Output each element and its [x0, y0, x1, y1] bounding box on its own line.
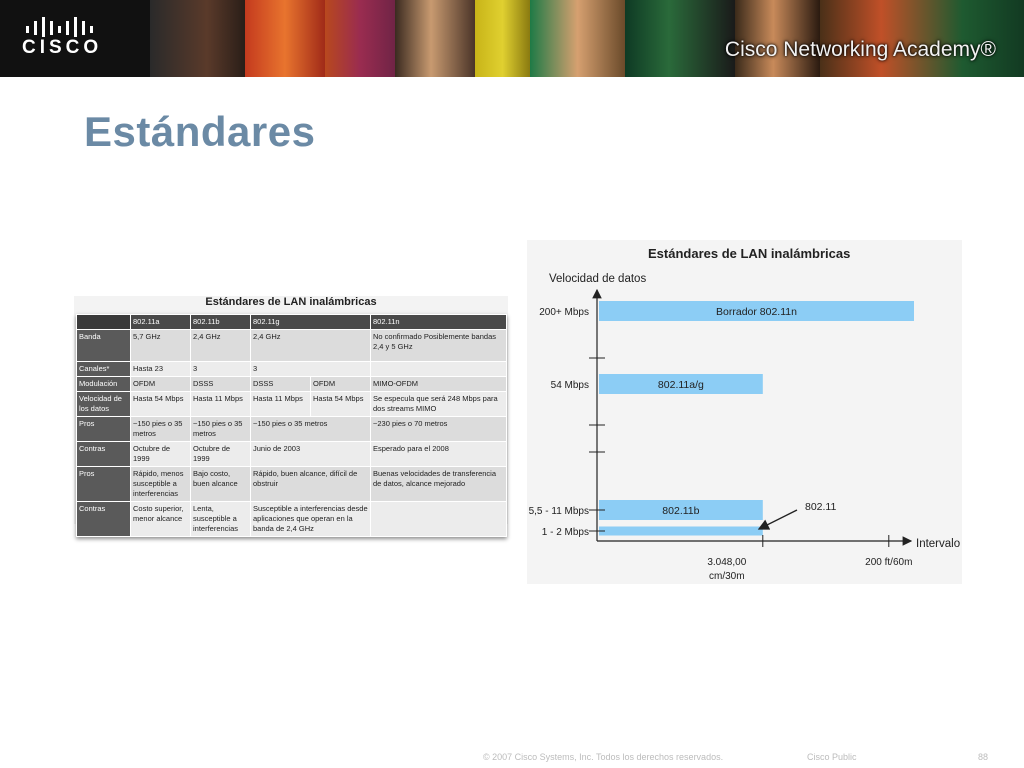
table-cell: Hasta 54 Mbps — [310, 391, 371, 417]
y-tick-label: 200+ Mbps — [539, 307, 589, 318]
table-cell: DSSS — [250, 376, 311, 392]
chart-title: Estándares de LAN inalámbricas — [648, 246, 850, 261]
y-tick-label: 54 Mbps — [551, 380, 589, 391]
standards-table-figure: Estándares de LAN inalámbricas 802.11a 8… — [74, 296, 508, 537]
table-row: Contras Octubre de 1999 Octubre de 1999 … — [76, 441, 507, 467]
table-title: Estándares de LAN inalámbricas — [205, 296, 377, 308]
cisco-bars-icon — [26, 17, 93, 37]
bar — [599, 526, 763, 536]
y-tick-label: 5,5 - 11 Mbps — [529, 506, 589, 517]
cisco-wordmark: CISCO — [22, 37, 103, 58]
banner-photo — [325, 0, 395, 77]
table-cell: OFDM — [310, 376, 371, 392]
table-cell: ~150 pies o 35 metros — [190, 416, 251, 442]
table-cell: Hasta 23 — [130, 361, 191, 377]
row-header: Canales* — [76, 361, 131, 377]
row-header: Modulación — [76, 376, 131, 392]
table-cell: ~150 pies o 35 metros — [130, 416, 191, 442]
row-header: Banda — [76, 329, 131, 362]
table-cell: 3 — [250, 361, 371, 377]
table-header-cell: 802.11g — [250, 314, 371, 330]
row-header: Contras — [76, 501, 131, 537]
table-cell: Rápido, menos susceptible a interferenci… — [130, 466, 191, 502]
table-cell: Junio de 2003 — [250, 441, 371, 467]
banner-photo — [395, 0, 475, 77]
table-row: Banda 5,7 GHz 2,4 GHz 2,4 GHz No confirm… — [76, 329, 507, 362]
table-cell: Hasta 54 Mbps — [130, 391, 191, 417]
table-cell: Bajo costo, buen alcance — [190, 466, 251, 502]
footer-classification: Cisco Public — [807, 752, 857, 762]
table-cell: ~150 pies o 35 metros — [250, 416, 371, 442]
table-cell: Octubre de 1999 — [190, 441, 251, 467]
banner-photo — [245, 0, 325, 77]
table-cell — [370, 361, 507, 377]
table-header-cell: 802.11a — [130, 314, 191, 330]
x-tick-label: 200 ft/60m — [865, 557, 912, 568]
table-cell: 2,4 GHz — [250, 329, 371, 362]
table-cell: 2,4 GHz — [190, 329, 251, 362]
table-cell: Hasta 11 Mbps — [250, 391, 311, 417]
cisco-logo: CISCO — [0, 0, 150, 77]
banner-photo — [625, 0, 735, 77]
x-tick-label: 3.048,00 cm/30m — [707, 557, 746, 582]
bar-label: 802.11a/g — [658, 379, 704, 391]
table-cell: 5,7 GHz — [130, 329, 191, 362]
table-cell: ~230 pies o 70 metros — [370, 416, 507, 442]
table-cell: Octubre de 1999 — [130, 441, 191, 467]
chart-y-axis-label: Velocidad de datos — [549, 273, 646, 285]
row-header: Velocidad de los datos — [76, 391, 131, 417]
y-tick-label: 1 - 2 Mbps — [542, 527, 589, 538]
chart-bars: Borrador 802.11n 802.11a/g 802.11b 802.11 — [599, 301, 914, 536]
banner-photo — [530, 0, 625, 77]
footer-page-number: 88 — [978, 752, 989, 762]
table-cell: Esperado para el 2008 — [370, 441, 507, 467]
row-header: Contras — [76, 441, 131, 467]
table-cell: Susceptible a interferencias desde aplic… — [250, 501, 371, 537]
table-cell: DSSS — [190, 376, 251, 392]
table-header-cell: 802.11n — [370, 314, 507, 330]
table-row: Modulación OFDM DSSS DSSS OFDM MIMO-OFDM — [76, 376, 507, 392]
table-cell: OFDM — [130, 376, 191, 392]
table-cell: No confirmado Posiblemente bandas 2,4 y … — [370, 329, 507, 362]
table-cell: Lenta, susceptible a interferencias — [190, 501, 251, 537]
table-cell: Se especula que será 248 Mbps para dos s… — [370, 391, 507, 417]
row-header: Pros — [76, 466, 131, 502]
bar-label: Borrador 802.11n — [716, 306, 797, 318]
table-row: Contras Costo superior, menor alcance Le… — [76, 501, 507, 537]
table-row: Pros Rápido, menos susceptible a interfe… — [76, 466, 507, 502]
table-cell: 3 — [190, 361, 251, 377]
annotation-label: 802.11 — [805, 501, 836, 513]
table-header-cell — [76, 314, 131, 330]
chart-x-axis-label: Intervalo — [916, 538, 960, 550]
slide-title: Estándares — [84, 108, 316, 155]
header-banner: CISCO Cisco Networking Academy® — [0, 0, 1024, 77]
table-row: Canales* Hasta 23 3 3 — [76, 361, 507, 377]
table-row: Pros ~150 pies o 35 metros ~150 pies o 3… — [76, 416, 507, 442]
chart-svg: Estándares de LAN inalámbricas Velocidad… — [529, 246, 961, 582]
table-header-cell: 802.11b — [190, 314, 251, 330]
table-cell: Costo superior, menor alcance — [130, 501, 191, 537]
table-cell — [370, 501, 507, 537]
row-header: Pros — [76, 416, 131, 442]
table-row: Velocidad de los datos Hasta 54 Mbps Has… — [76, 391, 507, 417]
banner-photo — [475, 0, 530, 77]
bar-label: 802.11b — [662, 505, 699, 517]
table-cell: Hasta 11 Mbps — [190, 391, 251, 417]
academy-title: Cisco Networking Academy® — [724, 38, 996, 61]
standards-table: 802.11a 802.11b 802.11g 802.11n Banda 5,… — [76, 314, 507, 537]
speed-range-chart: Estándares de LAN inalámbricas Velocidad… — [527, 240, 962, 584]
banner-photo — [150, 0, 245, 77]
table-cell: Rápido, buen alcance, difícil de obstrui… — [250, 466, 371, 502]
table-cell: MIMO-OFDM — [370, 376, 507, 392]
table-header-row: 802.11a 802.11b 802.11g 802.11n — [76, 314, 507, 330]
table-cell: Buenas velocidades de transferencia de d… — [370, 466, 507, 502]
footer-copyright: © 2007 Cisco Systems, Inc. Todos los der… — [483, 752, 724, 762]
annotation-arrow — [757, 509, 798, 530]
